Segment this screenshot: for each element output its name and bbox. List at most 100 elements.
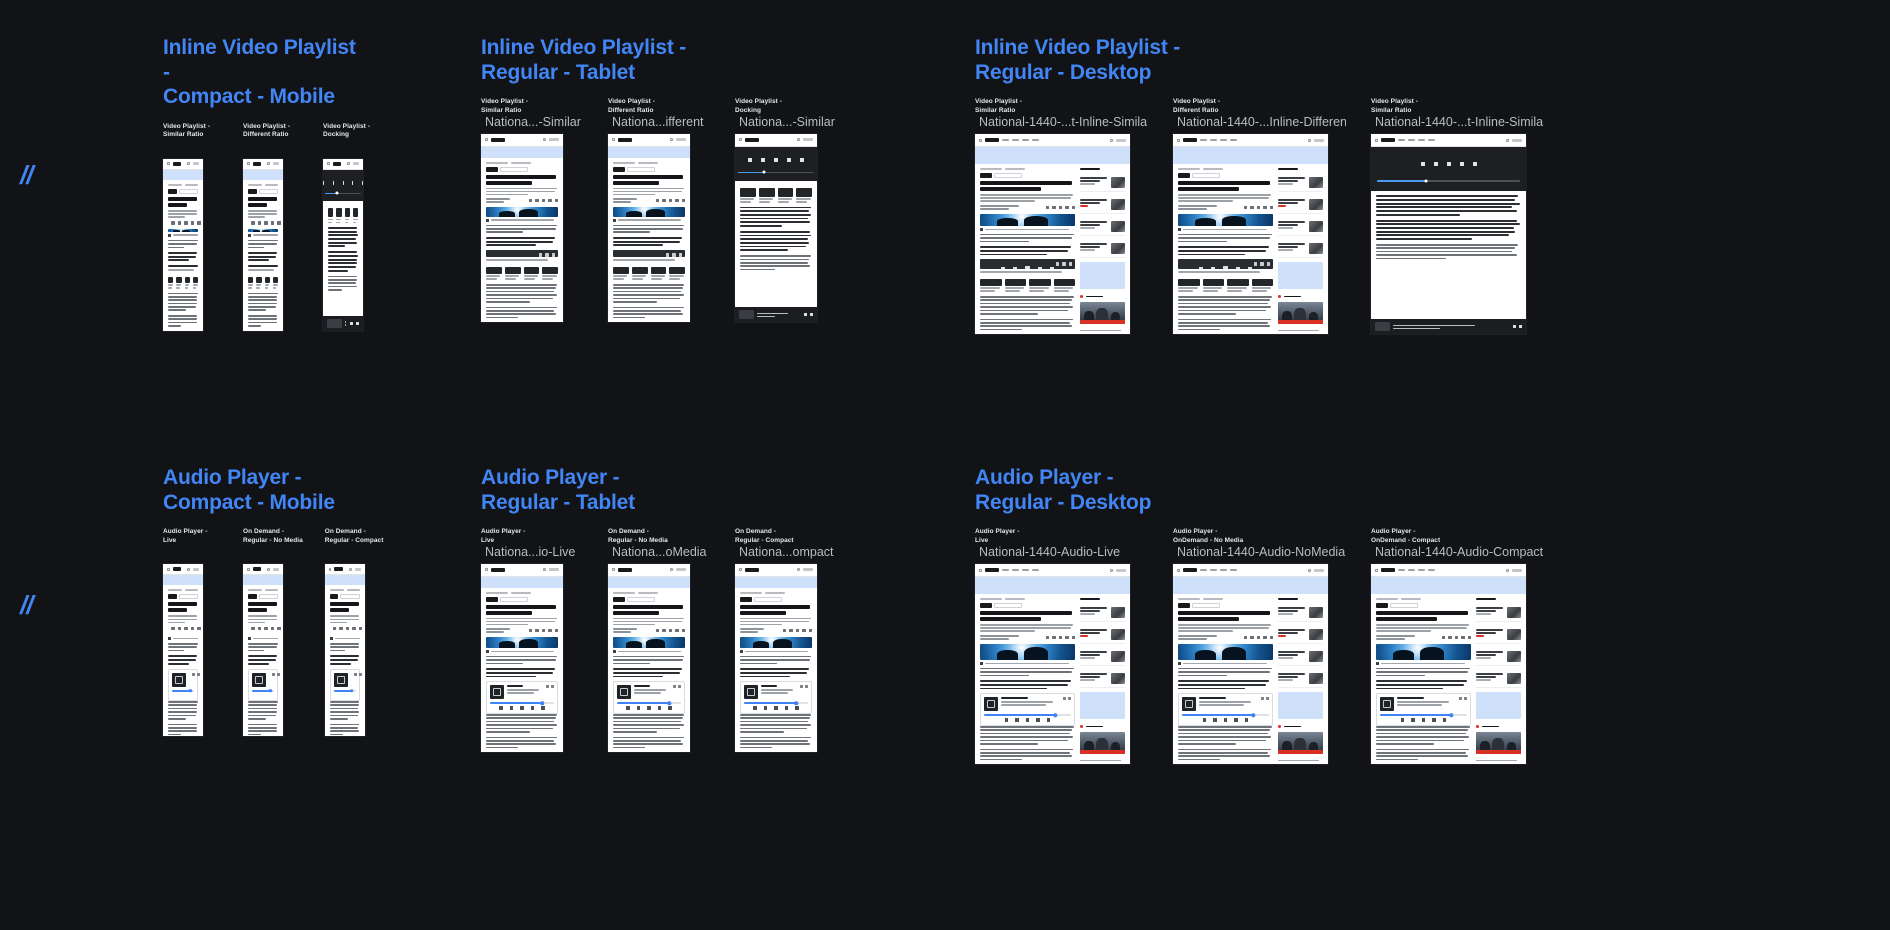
layer-label[interactable]: Video Playlist - Similar Ratio (1371, 98, 1544, 115)
share-icon[interactable] (353, 672, 357, 676)
site-navbar[interactable] (481, 564, 563, 577)
share-icon[interactable] (1256, 635, 1261, 640)
play-pause-icon[interactable] (646, 256, 652, 258)
audio-options[interactable] (546, 685, 554, 689)
share-icon[interactable] (1243, 635, 1248, 640)
audio-options[interactable] (192, 672, 200, 676)
section-tags[interactable] (486, 596, 558, 602)
docked-mini-player[interactable] (323, 315, 363, 331)
layer-label[interactable]: Video Playlist - Docking (735, 98, 835, 115)
menu-icon[interactable] (612, 138, 615, 142)
play-pause-icon[interactable] (804, 313, 807, 317)
site-navbar[interactable] (975, 134, 1130, 148)
docked-video-player-top[interactable] (323, 170, 363, 202)
advertisement-slot[interactable] (1278, 262, 1323, 289)
play-pause-icon[interactable] (647, 706, 651, 710)
playlist-thumbnail[interactable] (777, 187, 794, 203)
video-playlist-strip[interactable] (1178, 278, 1274, 292)
share-icon[interactable] (270, 626, 274, 631)
audio-progress-track[interactable] (333, 688, 356, 693)
next-icon[interactable] (1050, 266, 1055, 270)
search-icon[interactable] (797, 138, 800, 142)
list-item[interactable] (1080, 604, 1125, 623)
share-icon[interactable] (251, 626, 255, 631)
audio-transport-controls[interactable] (744, 706, 808, 710)
breadcrumb[interactable] (248, 184, 278, 187)
share-icon[interactable] (352, 626, 356, 631)
leaderboard-ad[interactable] (608, 576, 690, 588)
rewind-icon[interactable] (1012, 266, 1017, 270)
search-icon[interactable] (347, 162, 350, 166)
share-icon[interactable] (1454, 635, 1459, 640)
video-transport-controls[interactable] (980, 265, 1075, 270)
inline-video-player[interactable] (168, 265, 198, 268)
leaderboard-ad[interactable] (481, 576, 563, 588)
frame-audio-tablet-2[interactable]: On Demand - Regular - No Media Nationa...… (608, 528, 708, 753)
section-tags[interactable] (1178, 173, 1273, 179)
section-tags[interactable] (248, 189, 278, 195)
audio-progress-track[interactable] (617, 701, 681, 706)
advertisement-slot[interactable] (1278, 692, 1323, 719)
video-playlist-strip[interactable] (740, 187, 812, 203)
share-icon[interactable] (681, 628, 685, 633)
search-icon[interactable] (1110, 138, 1113, 142)
playlist-thumbnail[interactable] (650, 266, 667, 280)
audio-progress-track[interactable] (252, 688, 274, 693)
audio-transport-controls[interactable] (252, 694, 274, 698)
share-icon[interactable] (1065, 635, 1069, 640)
frame-canvas[interactable] (975, 134, 1130, 335)
layer-label[interactable]: On Demand - Regular - Compact (325, 528, 384, 545)
layer-label[interactable]: Video Playlist - Different Ratio (608, 98, 708, 115)
volume-icon[interactable] (787, 158, 791, 163)
signin-button[interactable] (803, 568, 813, 572)
playlist-thumbnail[interactable] (669, 266, 685, 280)
share-icon[interactable] (782, 628, 786, 633)
nbc-logo[interactable] (745, 567, 759, 572)
site-navbar[interactable] (163, 158, 203, 171)
frame-canvas[interactable] (608, 564, 690, 753)
volume-icon[interactable] (1459, 162, 1464, 167)
share-row[interactable] (1045, 205, 1076, 210)
audio-progress-track[interactable] (172, 688, 194, 693)
frame-name[interactable]: Nationa...ompact (739, 546, 835, 560)
playlist-thumbnail[interactable] (1053, 278, 1076, 292)
more-icon[interactable] (678, 685, 681, 689)
frame-name[interactable] (329, 546, 383, 560)
inline-audio-player[interactable] (740, 681, 812, 714)
menu-icon[interactable] (612, 568, 615, 572)
audio-progress-knob[interactable] (794, 701, 799, 706)
share-icon[interactable] (177, 221, 181, 225)
advertisement-slot[interactable] (1080, 262, 1125, 289)
leaderboard-ad[interactable] (608, 146, 690, 158)
share-icon[interactable] (1269, 205, 1274, 210)
video-playlist-strip[interactable] (486, 266, 558, 280)
share-icon[interactable] (1441, 635, 1446, 640)
share-icon[interactable] (528, 628, 532, 633)
topic-tag[interactable] (627, 596, 655, 602)
site-navbar[interactable] (323, 158, 363, 171)
nbc-logo[interactable] (985, 138, 999, 143)
playlist-thumbnail[interactable] (248, 276, 254, 289)
audio-options[interactable] (673, 685, 681, 689)
topic-tag[interactable] (500, 166, 528, 172)
layer-label[interactable]: Audio Player - OnDemand - No Media (1173, 528, 1346, 545)
search-icon[interactable] (670, 568, 673, 572)
section-tags[interactable] (1178, 603, 1273, 609)
frame-name[interactable]: Nationa...oMedia (612, 546, 708, 560)
more-icon[interactable] (197, 672, 200, 676)
fullscreen-icon[interactable] (800, 158, 804, 163)
share-row[interactable] (251, 626, 281, 631)
menu-icon[interactable] (979, 568, 982, 572)
rewind-icon[interactable] (1015, 718, 1019, 722)
audio-options[interactable] (1261, 697, 1270, 701)
audio-transport-controls[interactable] (1380, 718, 1467, 722)
share-icon[interactable] (1071, 635, 1076, 640)
leaderboard-ad[interactable] (243, 170, 283, 181)
previous-icon[interactable] (1400, 718, 1405, 722)
search-icon[interactable] (543, 568, 546, 572)
share-icon[interactable] (184, 221, 188, 225)
nbc-logo[interactable] (252, 161, 262, 166)
section-tags[interactable] (1376, 603, 1471, 609)
video-playlist-strip[interactable] (328, 208, 358, 224)
frame-name[interactable]: National-1440-...t-Inline-Similar (979, 116, 1148, 130)
